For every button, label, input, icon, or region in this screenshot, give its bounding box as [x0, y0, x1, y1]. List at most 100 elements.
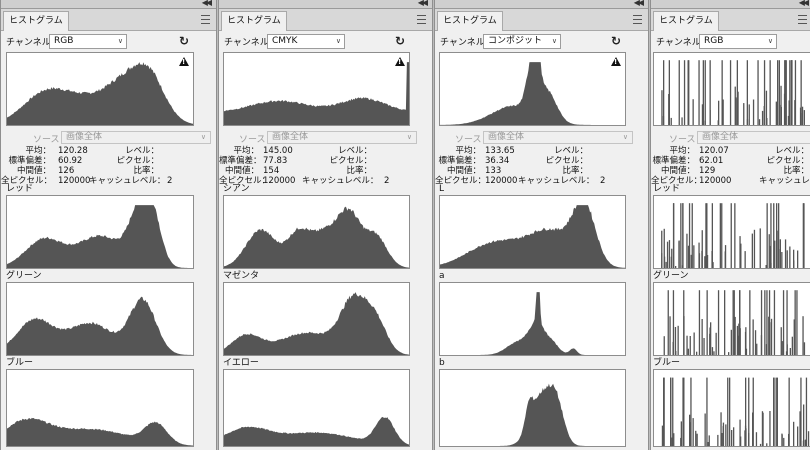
panel-top-strip: ◀◀: [435, 0, 648, 9]
histogram-spike: [727, 377, 729, 446]
histogram-spike: [793, 421, 795, 446]
tab-histogram[interactable]: ヒストグラム: [221, 11, 287, 31]
channel-name-1: L: [439, 184, 445, 194]
histogram-spike: [803, 110, 805, 125]
mean-value: 120.07: [699, 146, 729, 156]
channel-select[interactable]: CMYK ∨: [267, 34, 345, 49]
warning-icon[interactable]: [611, 57, 621, 66]
collapse-icon[interactable]: ◀◀: [202, 0, 212, 9]
median-label: 中間値：: [224, 166, 259, 176]
histogram-spike: [696, 351, 698, 355]
histogram-spike: [678, 60, 680, 125]
histogram-channel-2: [653, 282, 810, 356]
histogram-spike: [713, 351, 715, 355]
refresh-icon[interactable]: ↻: [611, 35, 623, 47]
histogram-spike: [775, 377, 777, 446]
histogram-area: [224, 62, 409, 125]
histogram-spike: [764, 290, 766, 355]
std-label: 標準偏差：: [219, 156, 262, 166]
panel-menu-icon[interactable]: [417, 15, 426, 24]
collapse-icon[interactable]: ◀◀: [799, 0, 809, 9]
histogram-panel-1: ◀◀ ヒストグラム チャンネル： RGB∨ ↻ ソース： 画像全体∨ 平均： 1…: [0, 0, 217, 450]
histogram-spike: [672, 377, 674, 446]
cache-value: 2: [384, 176, 390, 186]
source-select[interactable]: 画像全体 ∨: [267, 131, 417, 144]
histogram-spike: [689, 422, 692, 446]
histogram-spike: [730, 203, 732, 268]
cache-label: キャッシュレベル：: [302, 176, 379, 186]
tab-histogram[interactable]: ヒストグラム: [437, 11, 503, 31]
histogram-channel-2-graph: [224, 292, 409, 355]
tab-bar: ヒストグラム: [1, 9, 216, 31]
histogram-spike: [773, 290, 776, 355]
std-value: 60.92: [58, 156, 83, 166]
warning-icon[interactable]: [395, 57, 405, 66]
histogram-spike: [703, 338, 705, 355]
refresh-icon[interactable]: ↻: [179, 35, 191, 47]
histogram-area: [440, 205, 625, 268]
histogram-channel-1: [6, 195, 194, 269]
histogram-spike: [762, 412, 764, 446]
histogram-spike: [781, 252, 783, 268]
tab-histogram[interactable]: ヒストグラム: [3, 11, 69, 31]
channel-select[interactable]: コンポジット ∨: [483, 34, 561, 49]
chevron-down-icon: ∨: [406, 133, 412, 141]
histogram-spike: [706, 255, 709, 268]
histogram-spike: [721, 203, 723, 268]
mean-value: 133.65: [485, 146, 515, 156]
histogram-spike: [719, 203, 721, 268]
histogram-main: [439, 52, 626, 126]
histogram-spike: [698, 60, 700, 125]
panel-menu-icon[interactable]: [633, 15, 642, 24]
histogram-spike: [704, 60, 706, 125]
histogram-spike: [746, 119, 749, 125]
source-select[interactable]: 画像全体 ∨: [61, 131, 211, 144]
collapse-icon[interactable]: ◀◀: [634, 0, 644, 9]
std-value: 62.01: [699, 156, 724, 166]
histogram-channel-3-graph: [224, 416, 409, 446]
histogram-spike: [791, 336, 793, 355]
source-select[interactable]: 画像全体 ∨: [483, 131, 633, 144]
channel-select[interactable]: RGB ∨: [699, 34, 777, 49]
median-label: 中間値：: [446, 166, 481, 176]
histogram-area: [224, 292, 409, 355]
histogram-spike: [800, 60, 802, 125]
panel-menu-icon[interactable]: [798, 15, 807, 24]
warning-icon[interactable]: [179, 57, 189, 66]
channel-name-1: シアン: [223, 184, 250, 194]
percent-label: 比率：: [133, 166, 159, 176]
channel-select[interactable]: RGB ∨: [49, 34, 127, 49]
histogram-spike: [766, 203, 768, 268]
histogram-spike: [759, 228, 761, 268]
histogram-spike: [736, 325, 739, 355]
histogram-spike: [759, 443, 762, 446]
tab-histogram[interactable]: ヒストグラム: [653, 11, 719, 31]
panel-menu-icon[interactable]: [201, 15, 210, 24]
histogram-spike: [711, 347, 714, 355]
histogram-spike: [701, 250, 703, 268]
histogram-main-graph: [661, 60, 805, 125]
channel-name-2: グリーン: [653, 271, 689, 281]
histogram-spike: [730, 329, 732, 355]
histogram-spike: [683, 377, 685, 446]
histogram-spike: [748, 377, 750, 446]
source-value: 画像全体: [488, 132, 525, 142]
histogram-channel-1: [223, 195, 410, 269]
chevron-down-icon: ∨: [117, 37, 123, 45]
median-label: 中間値：: [16, 166, 51, 176]
refresh-icon[interactable]: ↻: [395, 35, 407, 47]
histogram-channel-1: [439, 195, 626, 269]
histogram-panel-3: ◀◀ ヒストグラム チャンネル： コンポジット∨ ↻ ソース： 画像全体∨ 平均…: [434, 0, 649, 450]
histogram-spike: [797, 426, 799, 446]
histogram-spike: [786, 250, 788, 268]
histogram-spike: [663, 336, 665, 355]
histogram-spike: [728, 352, 730, 355]
histogram-spike: [724, 251, 726, 268]
histogram-spike: [807, 431, 810, 446]
histogram-spike: [751, 233, 753, 268]
collapse-icon[interactable]: ◀◀: [418, 0, 428, 9]
source-select[interactable]: 画像全体: [697, 131, 810, 144]
histogram-spike: [756, 343, 758, 355]
histogram-spike: [754, 330, 757, 355]
histogram-spike: [672, 290, 675, 355]
